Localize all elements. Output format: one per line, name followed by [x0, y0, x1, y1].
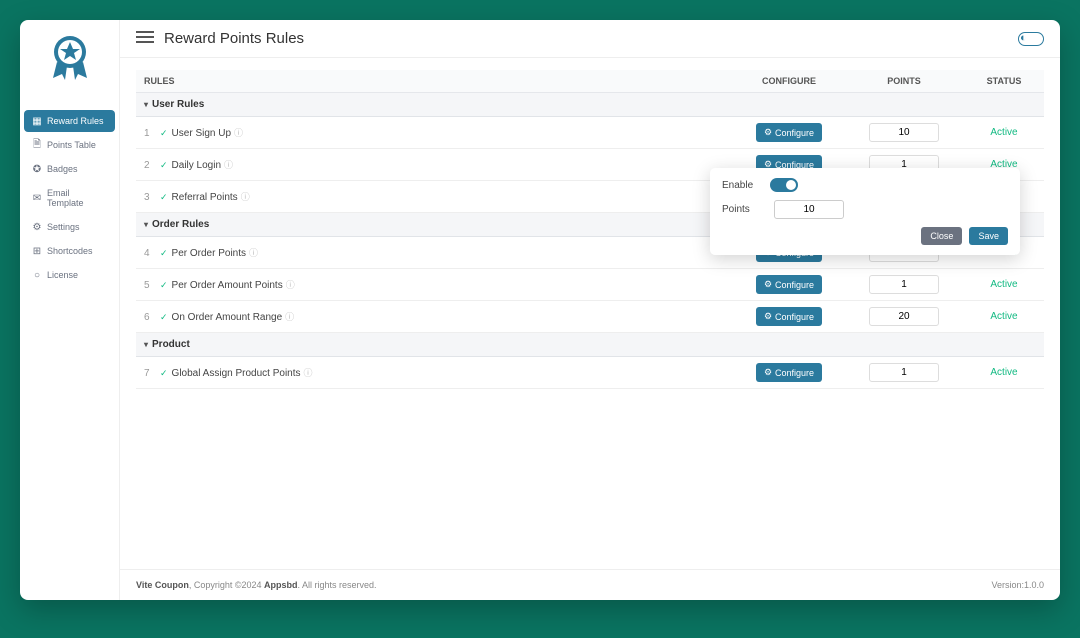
group-name: User Rules — [152, 99, 204, 110]
group-name: Product — [152, 339, 190, 350]
points-label: Points — [722, 204, 770, 215]
status-badge: Active — [990, 127, 1017, 138]
save-button[interactable]: Save — [969, 227, 1008, 245]
sidebar-item-badges[interactable]: ✪ Badges — [24, 158, 115, 180]
configure-button[interactable]: Configure — [756, 363, 822, 382]
caret-down-icon: ▾ — [144, 100, 148, 109]
rule-label: Global Assign Product Points — [172, 368, 301, 379]
table-row: 5✓ Per Order Amount Pointsⓘ Configure Activ… — [136, 269, 1044, 301]
col-status: STATUS — [964, 70, 1044, 93]
footer-app: Vite Coupon — [136, 580, 189, 590]
configure-popover: Enable Points Close Save — [710, 168, 1020, 255]
check-icon: ✓ — [160, 368, 168, 378]
check-icon: ✓ — [160, 280, 168, 290]
check-icon: ✓ — [160, 248, 168, 258]
header: Reward Points Rules — [120, 20, 1060, 58]
configure-button[interactable]: Configure — [756, 123, 822, 142]
info-icon[interactable]: ⓘ — [286, 280, 295, 290]
footer: Vite Coupon, Copyright ©2024 Appsbd. All… — [120, 569, 1060, 600]
sidebar: ▦ Reward Rules 🗎 Points Table ✪ Badges ✉ Email … — [20, 20, 120, 600]
col-points: POINTS — [844, 70, 964, 93]
table-row: 1✓ User Sign Upⓘ Configure Active — [136, 117, 1044, 149]
row-number: 5 — [144, 280, 158, 291]
rule-label: Per Order Amount Points — [172, 280, 283, 291]
row-number: 6 — [144, 312, 158, 323]
row-number: 4 — [144, 248, 158, 259]
rule-label: Daily Login — [172, 160, 221, 171]
row-number: 1 — [144, 128, 158, 139]
info-icon[interactable]: ⓘ — [234, 128, 243, 138]
close-button[interactable]: Close — [921, 227, 962, 245]
enable-toggle[interactable] — [770, 178, 798, 192]
sidebar-item-label: Reward Rules — [47, 116, 104, 126]
table-row: 7✓ Global Assign Product Pointsⓘ Configure… — [136, 357, 1044, 389]
sidebar-nav: ▦ Reward Rules 🗎 Points Table ✪ Badges ✉ Email … — [20, 110, 119, 286]
col-rules: RULES — [136, 70, 734, 93]
row-number: 7 — [144, 368, 158, 379]
sidebar-item-settings[interactable]: ⚙ Settings — [24, 216, 115, 238]
caret-down-icon: ▾ — [144, 220, 148, 229]
info-icon[interactable]: ⓘ — [285, 312, 294, 322]
badges-icon: ✪ — [32, 164, 42, 174]
sidebar-item-license[interactable]: ○ License — [24, 264, 115, 286]
sidebar-item-points-table[interactable]: 🗎 Points Table — [24, 134, 115, 156]
col-configure: CONFIGURE — [734, 70, 844, 93]
group-row[interactable]: ▾ Product — [136, 333, 1044, 357]
email-template-icon: ✉ — [32, 193, 42, 203]
footer-company: Appsbd — [264, 580, 298, 590]
footer-version: 1.0.0 — [1024, 580, 1044, 590]
info-icon[interactable]: ⓘ — [224, 160, 233, 170]
configure-button[interactable]: Configure — [756, 307, 822, 326]
rule-label: On Order Amount Range — [172, 312, 283, 323]
caret-down-icon: ▾ — [144, 340, 148, 349]
reward-rules-icon: ▦ — [32, 116, 42, 126]
sidebar-item-label: Points Table — [47, 140, 96, 150]
row-number: 2 — [144, 160, 158, 171]
shortcodes-icon: ⊞ — [32, 246, 42, 256]
check-icon: ✓ — [160, 192, 168, 202]
points-input[interactable] — [869, 307, 939, 326]
sidebar-item-label: Badges — [47, 164, 78, 174]
rule-label: User Sign Up — [172, 128, 231, 139]
status-badge: Active — [990, 367, 1017, 378]
table-row: 6✓ On Order Amount Rangeⓘ Configure Active — [136, 301, 1044, 333]
license-icon: ○ — [32, 270, 42, 280]
points-input[interactable] — [869, 363, 939, 382]
info-icon[interactable]: ⓘ — [241, 192, 250, 202]
points-input[interactable] — [869, 275, 939, 294]
status-badge: Active — [990, 311, 1017, 322]
logo — [45, 30, 95, 90]
check-icon: ✓ — [160, 160, 168, 170]
sidebar-item-label: Shortcodes — [47, 246, 93, 256]
check-icon: ✓ — [160, 128, 168, 138]
page-title: Reward Points Rules — [164, 30, 1018, 47]
check-icon: ✓ — [160, 312, 168, 322]
points-table-icon: 🗎 — [32, 140, 42, 150]
sidebar-item-label: Settings — [47, 222, 80, 232]
sidebar-item-reward-rules[interactable]: ▦ Reward Rules — [24, 110, 115, 132]
menu-icon[interactable] — [136, 30, 154, 47]
points-input[interactable] — [869, 123, 939, 142]
group-name: Order Rules — [152, 219, 209, 230]
info-icon[interactable]: ⓘ — [249, 248, 258, 258]
rule-label: Referral Points — [172, 192, 238, 203]
sidebar-item-shortcodes[interactable]: ⊞ Shortcodes — [24, 240, 115, 262]
sidebar-item-label: License — [47, 270, 78, 280]
settings-icon: ⚙ — [32, 222, 42, 232]
rule-label: Per Order Points — [172, 248, 246, 259]
configure-button[interactable]: Configure — [756, 275, 822, 294]
sidebar-item-label: Email Template — [47, 188, 107, 208]
theme-toggle[interactable] — [1018, 32, 1044, 46]
info-icon[interactable]: ⓘ — [304, 368, 313, 378]
sidebar-item-email-template[interactable]: ✉ Email Template — [24, 182, 115, 214]
row-number: 3 — [144, 192, 158, 203]
status-badge: Active — [990, 279, 1017, 290]
group-row[interactable]: ▾ User Rules — [136, 93, 1044, 117]
enable-label: Enable — [722, 180, 770, 191]
popover-points-input[interactable] — [774, 200, 844, 219]
